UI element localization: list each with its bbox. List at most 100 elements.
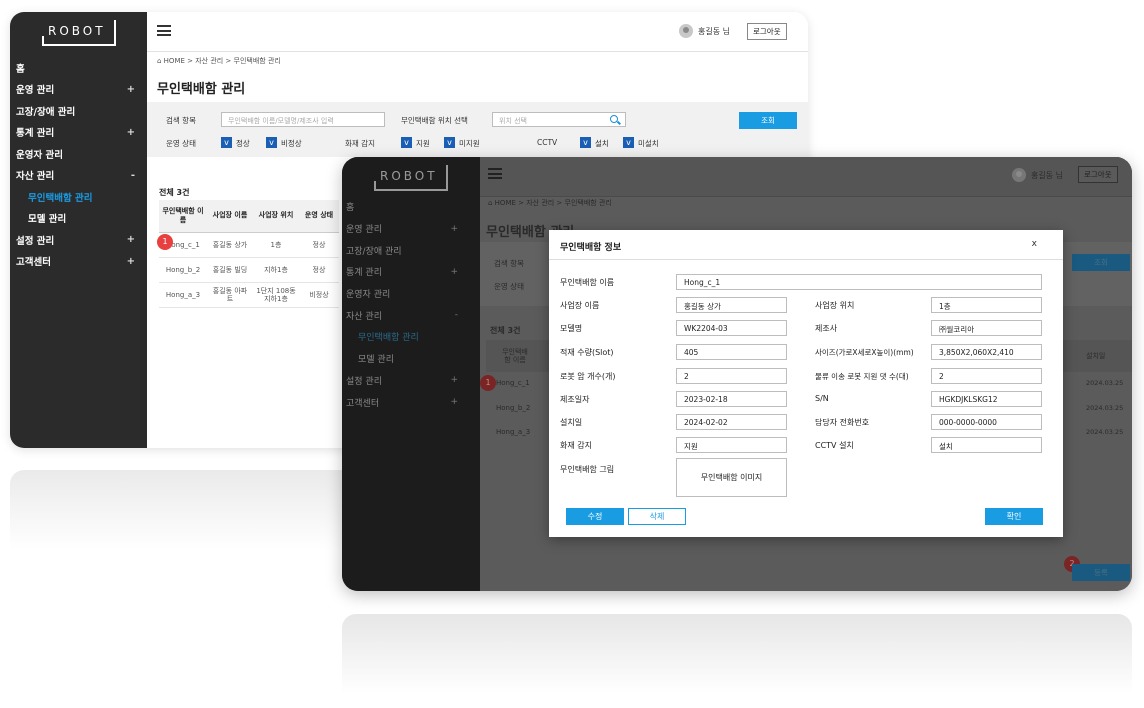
sidebar-menu-dimmed: 홈 운영 관리 + 고장/장애 관리 통계 관리 + 운영자 관리 자산 관리 - 무… (342, 196, 480, 413)
fire-support-checkbox[interactable]: v (401, 137, 412, 148)
sidebar-item-models[interactable]: 모델 관리 (342, 348, 480, 370)
sidebar-item-support[interactable]: 고객센터 + (342, 391, 480, 413)
logout-button[interactable]: 로그아웃 (1078, 166, 1118, 183)
sidebar-item-support[interactable]: 고객센터 + (10, 251, 147, 273)
table-cell: Hong_c_1 (496, 379, 530, 387)
cctv-not-installed-label: 미설치 (638, 139, 659, 148)
location-select[interactable]: 위치 선택 (492, 112, 626, 127)
install-date-label: 설치일 (560, 418, 583, 427)
expand-icon[interactable]: + (450, 397, 458, 407)
collapse-icon[interactable]: - (131, 170, 135, 181)
sidebar-item-home[interactable]: 홈 (342, 196, 480, 218)
site-location-label: 사업장 위치 (815, 301, 855, 310)
table-cell: 2024.03.25 (1086, 428, 1124, 436)
search-panel: 검색 항목 무인택배함 이름/모델명/제조사 입력 무인택배함 위치 선택 위치… (147, 102, 808, 157)
top-bar: 홍길동 님 로그아웃 (147, 12, 808, 52)
table-cell: 2024.03.25 (1086, 379, 1124, 387)
sidebar-item-settings[interactable]: 설정 관리 + (342, 370, 480, 392)
close-icon[interactable]: x (1032, 239, 1037, 249)
column-header[interactable]: 사업장 이름 (207, 200, 253, 233)
cctv-install-field[interactable]: 설치 (931, 437, 1042, 453)
name-label: 무인택배함 이름 (560, 278, 615, 287)
size-label: 사이즈(가로X세로X높이)(mm) (815, 348, 914, 357)
manager-phone-field[interactable]: 000-0000-0000 (931, 414, 1042, 430)
expand-icon[interactable]: + (127, 234, 135, 245)
sidebar-item-operators[interactable]: 운영자 관리 (342, 283, 480, 305)
sidebar-item-assets[interactable]: 자산 관리 - (10, 165, 147, 187)
user-avatar-icon (1012, 168, 1026, 182)
column-header[interactable]: 운영 상태 (299, 200, 339, 233)
edit-button[interactable]: 수정 (566, 508, 624, 525)
manufacture-date-field[interactable]: 2023-02-18 (676, 391, 787, 407)
expand-icon[interactable]: + (127, 256, 135, 267)
hamburger-menu-icon[interactable] (157, 25, 171, 36)
sidebar-item-operations[interactable]: 운영 관리 + (342, 218, 480, 240)
sidebar-item-operators[interactable]: 운영자 관리 (10, 143, 147, 165)
cctv-install-label: CCTV 설치 (815, 441, 854, 450)
cctv-label: CCTV (537, 138, 558, 147)
status-normal-checkbox[interactable]: v (221, 137, 232, 148)
table-row[interactable]: Hong_c_1 홍길동 상가 1층 정상 (159, 232, 339, 258)
logistics-robots-field[interactable]: 2 (931, 368, 1042, 384)
table-cell: Hong_b_2 (496, 404, 531, 412)
result-count: 전체 3건 (490, 326, 521, 335)
expand-icon[interactable]: + (127, 127, 135, 138)
result-count: 전체 3건 (159, 188, 190, 197)
sidebar-item-assets[interactable]: 자산 관리 - (342, 304, 480, 326)
cctv-installed-checkbox[interactable]: v (580, 137, 591, 148)
window-reflection (342, 614, 1132, 694)
expand-icon[interactable]: + (450, 267, 458, 277)
robot-arms-field[interactable]: 2 (676, 368, 787, 384)
locker-image-placeholder[interactable]: 무인택배함 이미지 (676, 458, 787, 497)
site-location-field[interactable]: 1층 (931, 297, 1042, 313)
name-field[interactable]: Hong_c_1 (676, 274, 1042, 290)
search-icon[interactable] (610, 115, 618, 123)
search-button[interactable]: 조회 (739, 112, 797, 129)
fire-support-label: 지원 (416, 139, 430, 148)
collapse-icon[interactable]: - (455, 310, 458, 320)
model-field[interactable]: WK2204-03 (676, 320, 787, 336)
robot-logo: ROBOT (42, 20, 116, 46)
sidebar-item-settings[interactable]: 설정 관리 + (10, 229, 147, 251)
capacity-label: 적재 수량(Slot) (560, 348, 614, 357)
logout-button[interactable]: 로그아웃 (747, 23, 787, 40)
search-item-label: 검색 항목 (494, 259, 524, 268)
table-row[interactable]: Hong_a_3 홍길동 아파트 1단지 108동 지하1층 비정상 (159, 282, 339, 308)
delete-button[interactable]: 삭제 (628, 508, 686, 525)
sidebar-item-lockers[interactable]: 무인택배함 관리 (10, 186, 147, 208)
sidebar-item-faults[interactable]: 고장/장애 관리 (342, 239, 480, 261)
sidebar-item-stats[interactable]: 통계 관리 + (10, 122, 147, 144)
sidebar-item-operations[interactable]: 운영 관리 + (10, 79, 147, 101)
fire-detection-field[interactable]: 지원 (676, 437, 787, 453)
expand-icon[interactable]: + (450, 224, 458, 234)
sidebar-item-stats[interactable]: 통계 관리 + (342, 261, 480, 283)
status-abnormal-checkbox[interactable]: v (266, 137, 277, 148)
search-input[interactable]: 무인택배함 이름/모델명/제조사 입력 (221, 112, 385, 127)
locker-info-modal: 무인택배함 정보 x 무인택배함 이름 Hong_c_1 사업장 이름 홍길동 … (549, 230, 1063, 537)
sidebar-item-lockers[interactable]: 무인택배함 관리 (342, 326, 480, 348)
confirm-button[interactable]: 확인 (985, 508, 1043, 525)
table-row[interactable]: Hong_b_2 홍길동 빌딩 지하1층 정상 (159, 257, 339, 283)
site-field[interactable]: 홍길동 상가 (676, 297, 787, 313)
sidebar-item-models[interactable]: 모델 관리 (10, 208, 147, 230)
page-title: 무인택배함 관리 (157, 82, 246, 97)
install-date-field[interactable]: 2024-02-02 (676, 414, 787, 430)
sidebar-item-home[interactable]: 홈 (10, 57, 147, 79)
serial-number-label: S/N (815, 394, 829, 403)
column-header[interactable]: 무인택배함 이름 (159, 200, 207, 233)
site-label: 사업장 이름 (560, 301, 600, 310)
register-button[interactable]: 등록 (1072, 564, 1130, 581)
column-header[interactable]: 사업장 위치 (253, 200, 299, 233)
sidebar-item-faults[interactable]: 고장/장애 관리 (10, 100, 147, 122)
capacity-field[interactable]: 405 (676, 344, 787, 360)
search-button[interactable]: 조회 (1072, 254, 1130, 271)
maker-field[interactable]: ㈜월코리아 (931, 320, 1042, 336)
cctv-not-installed-checkbox[interactable]: v (623, 137, 634, 148)
serial-number-field[interactable]: HGKDJKLSKG12 (931, 391, 1042, 407)
hamburger-menu-icon[interactable] (488, 168, 502, 179)
expand-icon[interactable]: + (127, 84, 135, 95)
expand-icon[interactable]: + (450, 375, 458, 385)
size-field[interactable]: 3,850X2,060X2,410 (931, 344, 1042, 360)
fire-unsupported-checkbox[interactable]: v (444, 137, 455, 148)
manager-phone-label: 담당자 전화번호 (815, 418, 870, 427)
